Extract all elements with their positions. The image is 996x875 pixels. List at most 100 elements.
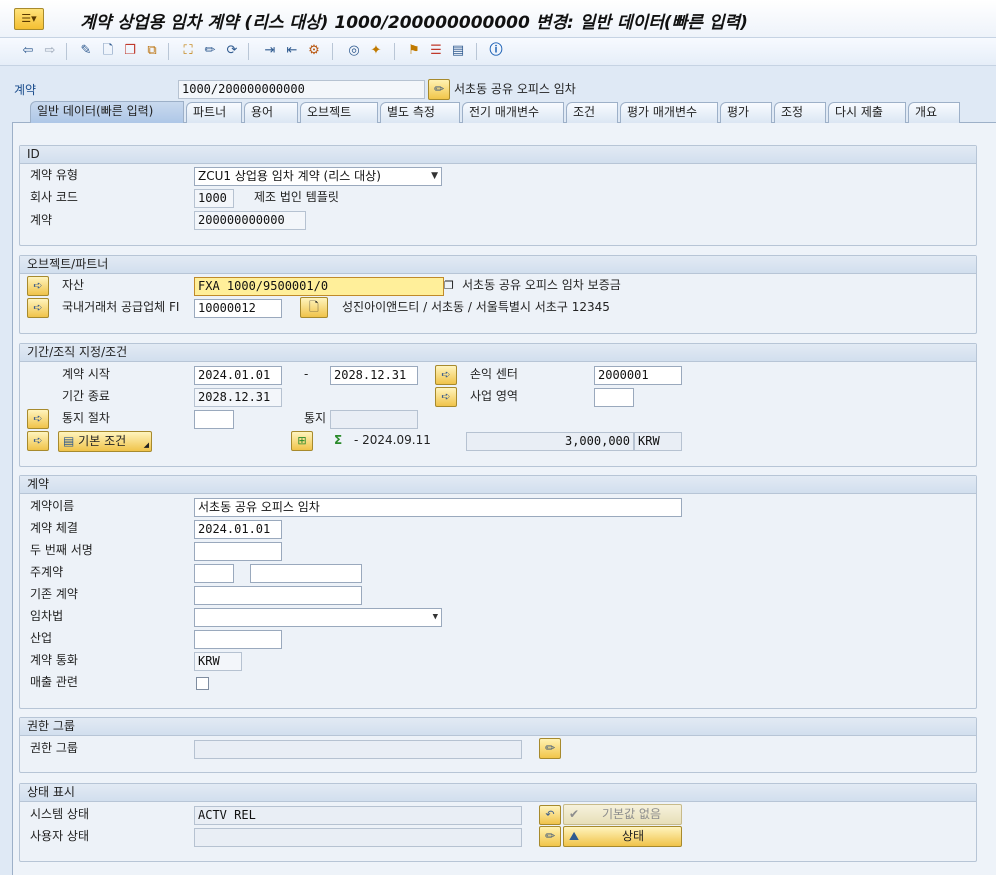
company-code-field[interactable]: 1000 — [194, 189, 234, 208]
condition-currency-field[interactable]: KRW — [634, 432, 682, 451]
system-status-field[interactable]: ACTV REL — [194, 806, 522, 825]
object-partner-group-title: 오브젝트/파트너 — [20, 256, 976, 274]
pencil-icon: ✏ — [544, 741, 556, 755]
vendor-desc: 성진아이앤드티 / 서초동 / 서울특별시 서초구 12345 — [342, 300, 610, 314]
business-area-nav-button[interactable]: ➪ — [435, 387, 457, 407]
main-contract-number-field[interactable] — [250, 564, 362, 583]
org-icon[interactable]: ⚑ — [406, 43, 422, 59]
header-edit-button[interactable]: ✏ — [428, 79, 450, 100]
old-contract-field[interactable] — [194, 586, 362, 605]
old-contract-label: 기존 계약 — [30, 587, 78, 601]
vendor-doc-button[interactable]: 🗋 — [300, 297, 328, 318]
contract-currency-field[interactable]: KRW — [194, 652, 242, 671]
header-contract-label: 계약 — [14, 83, 37, 97]
tab-partner[interactable]: 파트너 — [186, 102, 242, 123]
edit-pencil-icon[interactable]: ✏ — [202, 43, 218, 59]
tab-valuation-params[interactable]: 평가 매개변수 — [620, 102, 718, 123]
table-icon[interactable]: ▤ — [450, 43, 466, 59]
navigate-arrow-icon: ➪ — [33, 434, 43, 447]
notify-field[interactable] — [330, 410, 418, 429]
document-icon: 🗋 — [309, 300, 319, 314]
tab-separate-measure[interactable]: 별도 측정 — [380, 102, 460, 123]
copy-icon[interactable]: ❐ — [122, 43, 138, 59]
tab-valuation[interactable]: 평가 — [720, 102, 772, 123]
basic-conditions-label: 기본 조건 — [78, 434, 127, 448]
contract-name-field[interactable]: 서초동 공유 오피스 임차 — [194, 498, 682, 517]
basic-conditions-button[interactable]: ▤ 기본 조건 ◢ — [58, 431, 152, 452]
template-icon[interactable]: ⧉ — [144, 43, 160, 59]
contract-type-select[interactable]: ZCU1 상업용 임차 계약 (리스 대상) — [194, 167, 442, 186]
object-partner-group: 오브젝트/파트너 — [19, 255, 977, 334]
import-icon[interactable]: ⇤ — [284, 43, 300, 59]
export-icon[interactable]: ⇥ — [262, 43, 278, 59]
tab-overview[interactable]: 개요 — [908, 102, 960, 123]
hierarchy-icon[interactable]: ⛶ — [180, 43, 196, 59]
navigate-arrow-icon: ➪ — [441, 368, 451, 381]
term-end-field[interactable]: 2028.12.31 — [194, 388, 282, 407]
tenancy-law-select[interactable] — [194, 608, 442, 627]
tab-adjustment[interactable]: 조정 — [774, 102, 826, 123]
navigate-arrow-icon: ➪ — [33, 279, 43, 292]
create-icon[interactable]: 🗋 — [100, 43, 116, 59]
terms-icon[interactable]: ✦ — [368, 43, 384, 59]
mountain-icon: ⛰ — [569, 829, 580, 843]
contract-end-field[interactable]: 2028.12.31 — [330, 366, 418, 385]
contract-conclusion-field[interactable]: 2024.01.01 — [194, 520, 282, 539]
tab-general-data[interactable]: 일반 데이터(빠른 입력) — [30, 101, 184, 123]
contract-start-field[interactable]: 2024.01.01 — [194, 366, 282, 385]
second-signature-field[interactable] — [194, 542, 282, 561]
back-arrow-icon[interactable]: ⇦ — [20, 43, 36, 59]
no-default-button[interactable]: ✔ 기본값 없음 — [563, 804, 682, 825]
notice-procedure-field[interactable] — [194, 410, 234, 429]
contract-type-label: 계약 유형 — [30, 168, 78, 182]
contract-start-label: 계약 시작 — [62, 367, 110, 381]
info-icon[interactable]: ⓘ — [488, 43, 504, 59]
list-icon[interactable]: ☰ — [428, 43, 444, 59]
condition-amount-field[interactable]: 3,000,000 — [466, 432, 634, 451]
status-button[interactable]: ⛰ 상태 — [563, 826, 682, 847]
header-contract-desc: 서초동 공유 오피스 임차 — [454, 82, 576, 96]
business-area-field[interactable] — [594, 388, 634, 407]
main-contract-company-field[interactable] — [194, 564, 234, 583]
sum-icon: Σ — [334, 433, 343, 447]
user-status-field[interactable] — [194, 828, 522, 847]
industry-field[interactable] — [194, 630, 282, 649]
navigate-arrow-icon: ➪ — [441, 390, 451, 403]
profit-center-nav-button[interactable]: ➪ — [435, 365, 457, 385]
user-status-edit-button[interactable]: ✏ — [539, 826, 561, 847]
tab-object[interactable]: 오브젝트 — [300, 102, 378, 123]
notice-nav-button[interactable]: ➪ — [27, 409, 49, 429]
undo-status-button[interactable]: ↶ — [539, 805, 561, 825]
window-title: 계약 상업용 임차 계약 (리스 대상) 1000/200000000000 변… — [80, 13, 748, 33]
authorization-label: 권한 그룹 — [30, 741, 78, 755]
id-group: ID — [19, 145, 977, 246]
profit-center-field[interactable]: 2000001 — [594, 366, 682, 385]
header-contract-field[interactable]: 1000/200000000000 — [178, 80, 425, 99]
asset-field[interactable]: FXA 1000/9500001/0 — [194, 277, 444, 296]
tab-resubmission[interactable]: 다시 제출 — [828, 102, 906, 123]
refresh-icon[interactable]: ⟳ — [224, 43, 240, 59]
vendor-nav-button[interactable]: ➪ — [27, 298, 49, 318]
link-icon[interactable]: ⚙ — [306, 43, 322, 59]
user-status-label: 사용자 상태 — [30, 829, 90, 843]
asset-nav-button[interactable]: ➪ — [27, 276, 49, 296]
multiple-selection-icon[interactable]: ❐ — [444, 277, 454, 295]
basic-cond-nav-button[interactable]: ➪ — [27, 431, 49, 451]
add-condition-button[interactable]: ⊞ — [291, 431, 313, 451]
contract-conclusion-label: 계약 체결 — [30, 521, 78, 535]
vendor-field[interactable]: 10000012 — [194, 299, 282, 318]
simulation-icon[interactable]: ◎ — [346, 43, 362, 59]
tab-terms[interactable]: 용어 — [244, 102, 298, 123]
contract-number-field[interactable]: 200000000000 — [194, 211, 306, 230]
id-group-title: ID — [20, 146, 976, 164]
tab-posting-params[interactable]: 전기 매개변수 — [462, 102, 564, 123]
system-menu-icon[interactable]: ☰▾ — [14, 8, 44, 30]
forward-arrow-icon[interactable]: ⇨ — [42, 43, 58, 59]
profit-center-label: 손익 센터 — [470, 367, 518, 381]
sales-relevant-checkbox[interactable] — [196, 677, 209, 690]
tab-conditions[interactable]: 조건 — [566, 102, 618, 123]
authorization-edit-button[interactable]: ✏ — [539, 738, 561, 759]
pencil-icon: ✏ — [544, 829, 556, 843]
authorization-field[interactable] — [194, 740, 522, 759]
display-change-icon[interactable]: ✎ — [78, 43, 94, 59]
